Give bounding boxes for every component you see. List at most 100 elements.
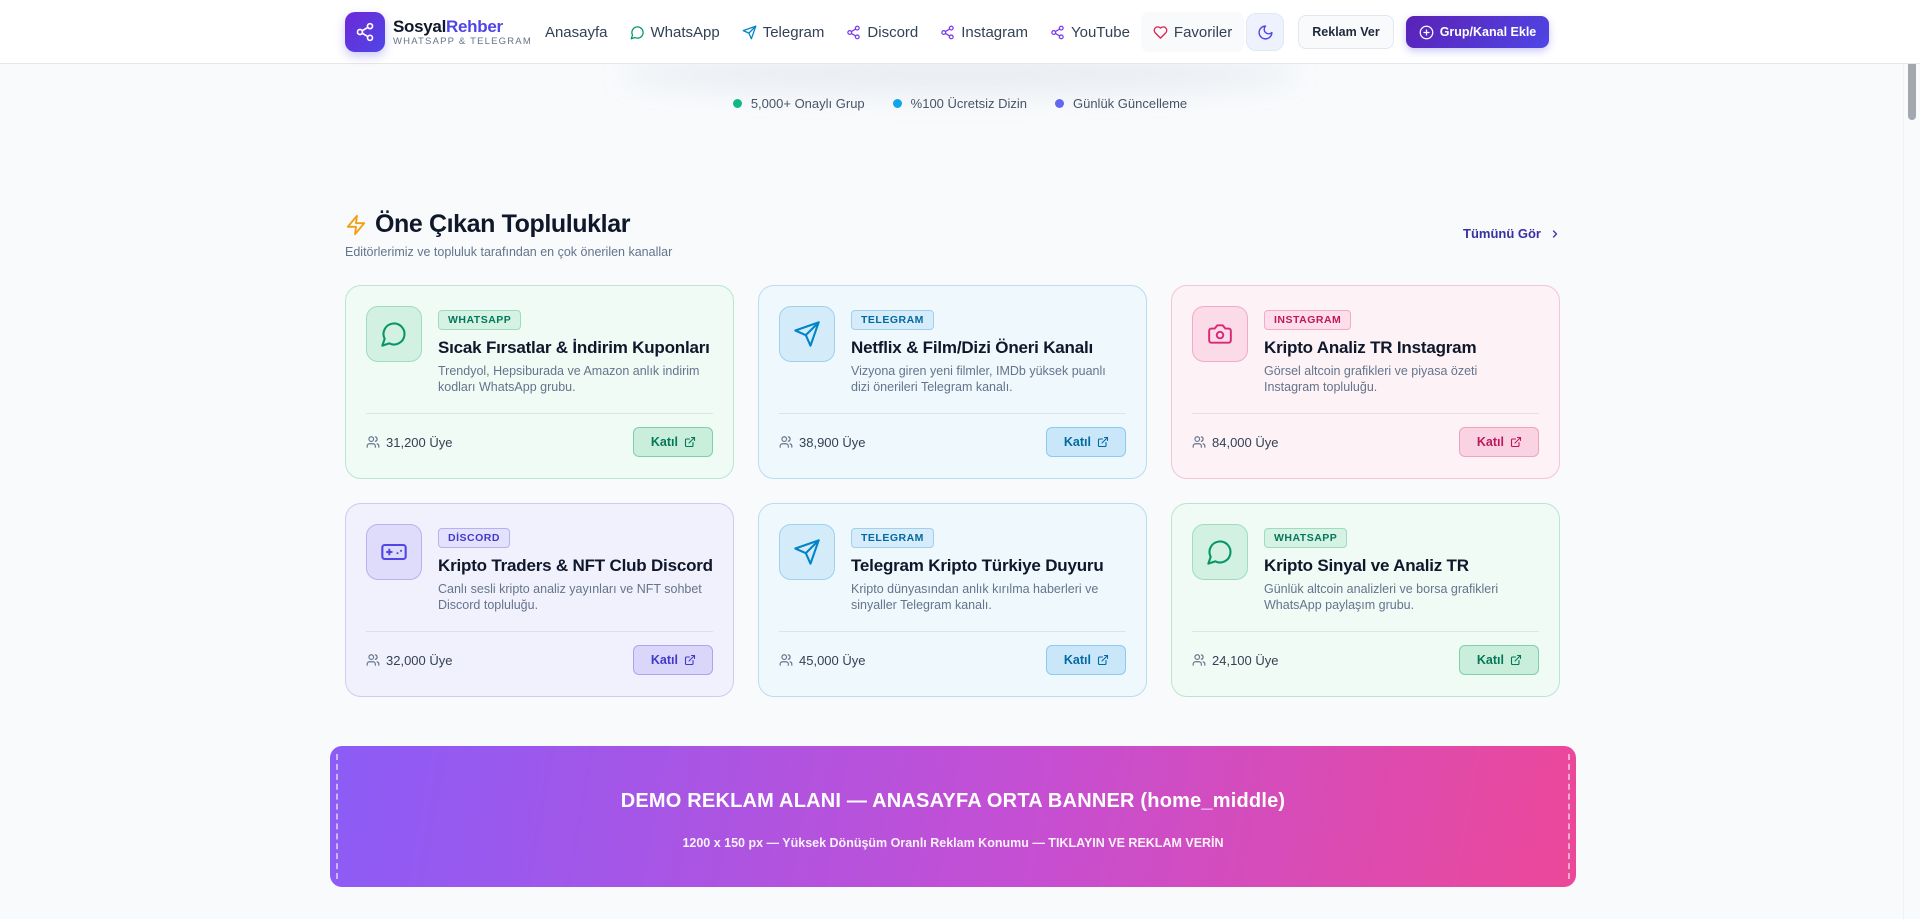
share-icon [1050, 25, 1071, 40]
community-card[interactable]: INSTAGRAM Kripto Analiz TR Instagram Gör… [1171, 285, 1560, 479]
join-button-label: Katıl [1476, 435, 1504, 449]
card-description: Günlük altcoin analizleri ve borsa grafi… [1264, 582, 1499, 612]
whatsapp-chat-icon [630, 25, 651, 40]
card-description: Canlı sesli kripto analiz yayınları ve N… [438, 582, 702, 612]
join-button[interactable]: Katıl [1458, 427, 1539, 457]
brand-name-main: Sosyal [393, 17, 447, 36]
card-title[interactable]: Telegram Kripto Türkiye Duyuru [851, 556, 1121, 576]
community-card[interactable]: DİSCORD Kripto Traders & NFT Club Discor… [345, 503, 734, 697]
nav-whatsapp-label: WhatsApp [650, 23, 720, 41]
moon-icon [1257, 24, 1274, 41]
stat-item: 5,000+ Onaylı Grup [732, 96, 865, 111]
platform-badge: TELEGRAM [851, 528, 934, 548]
see-all-link[interactable]: Tümünü Gör [1463, 226, 1561, 241]
card-title[interactable]: Sıcak Fırsatlar & İndirim Kuponları [438, 338, 710, 358]
logo-share-icon[interactable] [345, 12, 385, 52]
nav-favorites[interactable]: Favoriler [1140, 12, 1245, 52]
join-button[interactable]: Katıl [632, 645, 713, 675]
member-count: 32,000 Üye [366, 653, 453, 668]
nav-favorites-label: Favoriler [1173, 23, 1233, 41]
member-count: 45,000 Üye [779, 653, 866, 668]
nav-instagram-label: Instagram [961, 23, 1028, 41]
platform-badge: DİSCORD [438, 528, 510, 548]
nav-whatsapp[interactable]: WhatsApp [619, 12, 731, 52]
camera-icon [1192, 306, 1248, 362]
member-count: 24,100 Üye [1192, 653, 1279, 668]
theme-toggle-button[interactable] [1246, 13, 1285, 51]
external-link-icon [678, 654, 696, 666]
share-icon [846, 25, 867, 40]
external-link-icon [678, 436, 696, 448]
community-card[interactable]: TELEGRAM Telegram Kripto Türkiye Duyuru … [758, 503, 1147, 697]
stat-label: %100 Ücretsiz Dizin [910, 96, 1027, 111]
join-button[interactable]: Katıl [1045, 427, 1126, 457]
stat-label: Günlük Güncelleme [1072, 96, 1188, 111]
navbar-inner: SosyalRehber WHATSAPP & TELEGRAM Anasayf… [345, 12, 1561, 52]
main-nav: Anasayfa WhatsApp Telegram Discord Insta… [545, 12, 1245, 52]
featured-section-header: Öne Çıkan Topluluklar Editörlerimiz ve t… [345, 210, 1561, 259]
community-card[interactable]: WHATSAPP Kripto Sinyal ve Analiz TR Günl… [1171, 503, 1560, 697]
gamepad-icon [366, 524, 422, 580]
member-count-text: 38,900 Üye [799, 434, 866, 450]
nav-telegram-label: Telegram [762, 23, 825, 41]
platform-badge: TELEGRAM [851, 310, 934, 330]
nav-instagram[interactable]: Instagram [929, 12, 1039, 52]
card-divider [1192, 413, 1539, 414]
external-link-icon [1091, 654, 1109, 666]
users-icon [366, 435, 386, 449]
advertise-button-label: Reklam Ver [1312, 25, 1380, 39]
member-count: 31,200 Üye [366, 435, 453, 450]
nav-home-label: Anasayfa [544, 23, 608, 41]
join-button-label: Katıl [1063, 435, 1091, 449]
telegram-send-icon [779, 524, 835, 580]
section-title: Öne Çıkan Topluluklar [345, 210, 1561, 239]
join-button[interactable]: Katıl [1045, 645, 1126, 675]
stat-item: %100 Ücretsiz Dizin [892, 96, 1027, 111]
member-count-text: 45,000 Üye [799, 652, 866, 668]
card-divider [779, 413, 1126, 414]
community-card[interactable]: TELEGRAM Netflix & Film/Dizi Öneri Kanal… [758, 285, 1147, 479]
card-title[interactable]: Netflix & Film/Dizi Öneri Kanalı [851, 338, 1121, 358]
join-button-label: Katıl [650, 435, 678, 449]
member-count-text: 84,000 Üye [1212, 434, 1279, 450]
brand[interactable]: SosyalRehber WHATSAPP & TELEGRAM [393, 17, 532, 47]
brand-name: SosyalRehber [393, 17, 532, 36]
see-all-label: Tümünü Gör [1463, 226, 1541, 241]
card-title[interactable]: Kripto Sinyal ve Analiz TR [1264, 556, 1534, 576]
banner-title: DEMO REKLAM ALANI — ANASAYFA ORTA BANNER… [620, 790, 1286, 812]
whatsapp-chat-icon [366, 306, 422, 362]
telegram-send-icon [742, 25, 763, 40]
users-icon [1192, 653, 1212, 667]
card-divider [366, 413, 713, 414]
card-divider [1192, 631, 1539, 632]
users-icon [366, 653, 386, 667]
join-button-label: Katıl [1063, 653, 1091, 667]
member-count-text: 32,000 Üye [386, 652, 453, 668]
card-description: Trendyol, Hepsiburada ve Amazon anlık in… [438, 364, 700, 394]
join-button[interactable]: Katıl [1458, 645, 1539, 675]
nav-youtube[interactable]: YouTube [1039, 12, 1141, 52]
plus-circle-icon [1419, 25, 1440, 40]
ad-banner[interactable]: DEMO REKLAM ALANI — ANASAYFA ORTA BANNER… [330, 746, 1576, 887]
stat-dot [732, 99, 742, 108]
brand-tagline: WHATSAPP & TELEGRAM [393, 36, 532, 47]
add-group-button[interactable]: Grup/Kanal Ekle [1405, 16, 1550, 48]
nav-home[interactable]: Anasayfa [545, 12, 619, 52]
banner-subtitle: 1200 x 150 px — Yüksek Dönüşüm Oranlı Re… [682, 836, 1224, 850]
member-count: 84,000 Üye [1192, 435, 1279, 450]
nav-telegram[interactable]: Telegram [731, 12, 836, 52]
page-scrollbar[interactable] [1903, 0, 1920, 919]
platform-badge: WHATSAPP [1264, 528, 1348, 548]
advertise-button[interactable]: Reklam Ver [1298, 15, 1394, 49]
nav-discord[interactable]: Discord [835, 12, 929, 52]
external-link-icon [1504, 436, 1522, 448]
card-title[interactable]: Kripto Traders & NFT Club Discord [438, 556, 713, 576]
top-navbar: SosyalRehber WHATSAPP & TELEGRAM Anasayf… [0, 0, 1920, 64]
card-title[interactable]: Kripto Analiz TR Instagram [1264, 338, 1534, 358]
community-card[interactable]: WHATSAPP Sıcak Fırsatlar & İndirim Kupon… [345, 285, 734, 479]
join-button[interactable]: Katıl [632, 427, 713, 457]
nav-discord-label: Discord [867, 23, 919, 41]
card-divider [779, 631, 1126, 632]
heart-icon [1153, 25, 1174, 40]
platform-badge: WHATSAPP [438, 310, 522, 330]
